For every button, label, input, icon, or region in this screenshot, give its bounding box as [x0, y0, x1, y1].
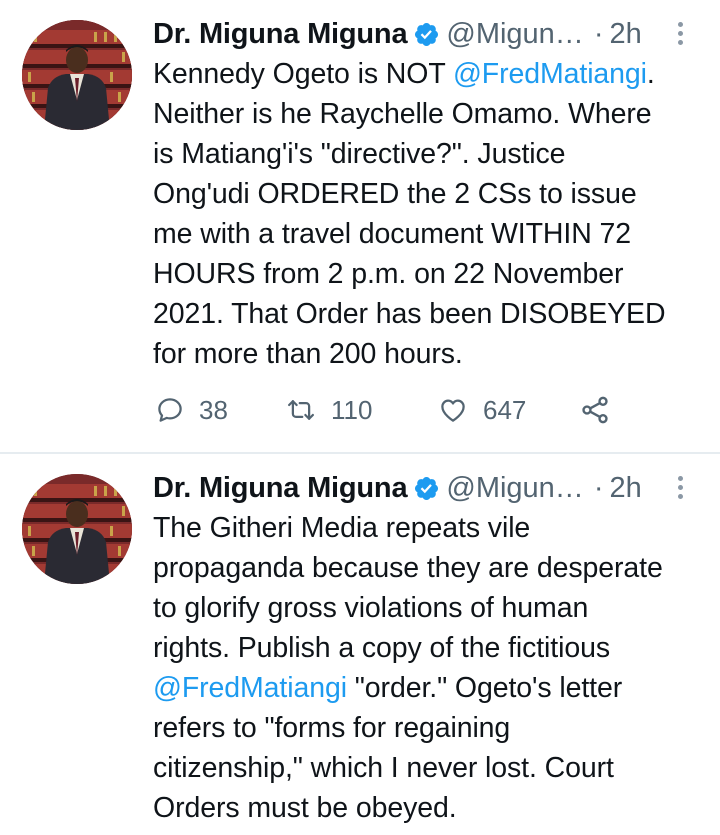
- more-options-icon[interactable]: [670, 22, 690, 48]
- author-handle[interactable]: @Migun…: [446, 472, 583, 504]
- tweet-text-line: citizenship," which I never lost. Court: [153, 752, 614, 784]
- tweet-text-line: The Githeri Media repeats vile: [153, 512, 531, 544]
- tweet-text-line: refers to "forms for regaining: [153, 712, 511, 744]
- tweet-text-line: 2021. That Order has been DISOBEYED: [153, 298, 666, 330]
- timestamp[interactable]: 2h: [609, 472, 641, 504]
- retweet-count: 110: [331, 394, 373, 425]
- author-name[interactable]: Dr. Miguna Miguna: [153, 18, 408, 50]
- reply-button[interactable]: 38: [155, 388, 228, 432]
- tweet[interactable]: Dr. Miguna Miguna @Migun… · 2h The Githeri …: [0, 454, 720, 835]
- avatar[interactable]: [22, 20, 132, 130]
- tweet-text-line: me with a travel document WITHIN 72: [153, 218, 631, 250]
- separator-dot: ·: [593, 472, 604, 504]
- tweet[interactable]: Dr. Miguna Miguna @Migun… · 2h Kennedy Oget…: [0, 0, 720, 452]
- retweet-icon: [288, 400, 314, 420]
- mention-link[interactable]: @FredMatiangi: [453, 58, 647, 90]
- author-handle[interactable]: @Migun…: [446, 18, 583, 50]
- timestamp[interactable]: 2h: [609, 18, 641, 50]
- heart-icon: [441, 399, 465, 422]
- avatar[interactable]: [22, 474, 132, 584]
- tweet-header: Dr. Miguna Miguna @Migun… · 2h: [153, 14, 713, 54]
- reply-count: 38: [199, 394, 228, 425]
- tweet-text-line: Orders must be obeyed.: [153, 792, 457, 824]
- tweet-actions: 38 110 647: [155, 388, 655, 432]
- tweet-text-line: to glorify gross violations of human: [153, 592, 589, 624]
- like-button[interactable]: 647: [437, 388, 526, 432]
- tweet-header: Dr. Miguna Miguna @Migun… · 2h: [153, 468, 713, 508]
- tweet-text-line: for more than 200 hours.: [153, 338, 463, 370]
- verified-badge-icon: [415, 476, 439, 501]
- tweet-text: Kennedy Ogeto is NOT @FredMatiangi. Neit…: [153, 54, 698, 374]
- share-icon: [582, 396, 608, 424]
- author-name[interactable]: Dr. Miguna Miguna: [153, 472, 408, 504]
- tweet-text-line: HOURS from 2 p.m. on 22 November: [153, 258, 624, 290]
- tweet-text-line: Ong'udi ORDERED the 2 CSs to issue: [153, 178, 637, 210]
- more-options-icon[interactable]: [670, 476, 690, 502]
- share-button[interactable]: [579, 388, 611, 432]
- tweet-text-line: Kennedy Ogeto is NOT @FredMatiangi.: [153, 58, 655, 90]
- mention-link[interactable]: @FredMatiangi: [153, 672, 347, 704]
- separator-dot: ·: [593, 18, 604, 50]
- tweet-text-line: @FredMatiangi "order." Ogeto's letter: [153, 672, 623, 704]
- tweet-text-line: propaganda because they are desperate: [153, 552, 663, 584]
- tweet-text-line: Neither is he Raychelle Omamo. Where: [153, 98, 652, 130]
- like-count: 647: [483, 394, 527, 425]
- reply-icon: [158, 398, 182, 422]
- retweet-button[interactable]: 110: [285, 388, 372, 432]
- tweet-text: The Githeri Media repeats vile propagand…: [153, 508, 698, 828]
- tweet-text-line: is Matiang'i's "directive?". Justice: [153, 138, 566, 170]
- tweet-text-line: rights. Publish a copy of the fictitious: [153, 632, 610, 664]
- verified-badge-icon: [415, 22, 439, 47]
